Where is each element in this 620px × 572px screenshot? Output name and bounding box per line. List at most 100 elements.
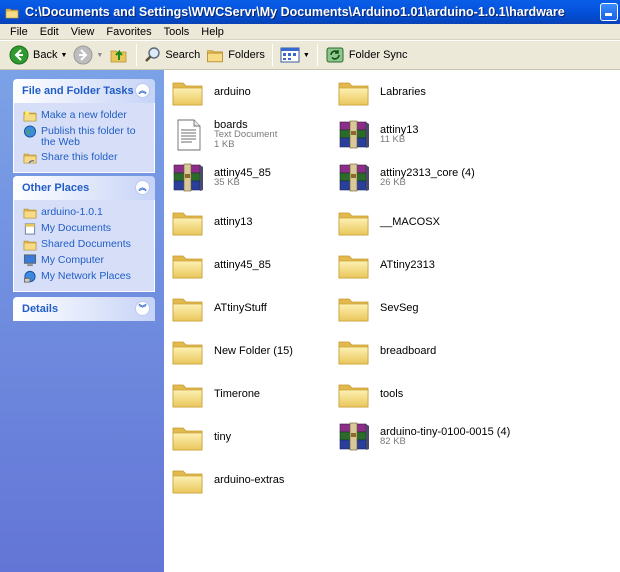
- folder-icon: [170, 333, 206, 369]
- task-make-new-folder[interactable]: Make a new folder: [23, 108, 148, 124]
- task-pane: File and Folder Tasks ︽ Make a new folde…: [0, 70, 164, 572]
- file-item[interactable]: arduino: [170, 72, 330, 112]
- place-my-network-places[interactable]: My Network Places: [23, 269, 148, 285]
- panel-title: Details: [22, 303, 59, 315]
- place-label: My Documents: [41, 222, 112, 234]
- menu-edit[interactable]: Edit: [34, 26, 65, 38]
- file-name: ATtinyStuff: [214, 302, 267, 314]
- task-label: Share this folder: [41, 151, 118, 163]
- file-item[interactable]: ATtiny2313: [336, 245, 496, 285]
- shared-documents-icon: [23, 238, 37, 251]
- menu-tools[interactable]: Tools: [158, 26, 196, 38]
- views-button[interactable]: ▼: [277, 43, 313, 67]
- menu-bar: File Edit View Favorites Tools Help: [0, 24, 620, 40]
- folder-sync-icon: [326, 47, 344, 63]
- folder-icon: [336, 333, 372, 369]
- file-item[interactable]: attiny13 11 KB: [336, 115, 496, 155]
- file-name: ATtiny2313: [380, 259, 435, 271]
- collapse-chevron-icon[interactable]: ︽: [135, 83, 150, 98]
- back-button[interactable]: Back ▼: [6, 43, 70, 67]
- folder-icon: [23, 206, 37, 219]
- file-item[interactable]: ATtinyStuff: [170, 288, 330, 328]
- task-share-folder[interactable]: Share this folder: [23, 150, 148, 166]
- file-item[interactable]: attiny2313_core (4) 26 KB: [336, 158, 496, 198]
- file-size: 35 KB: [214, 177, 240, 188]
- panel-title: Other Places: [22, 182, 90, 194]
- file-item[interactable]: Timerone: [170, 374, 330, 414]
- folders-button[interactable]: Folders: [203, 43, 268, 67]
- search-label: Search: [165, 49, 201, 61]
- file-folder-tasks-header[interactable]: File and Folder Tasks ︽: [13, 79, 155, 103]
- place-label: My Network Places: [41, 270, 131, 282]
- chevron-down-icon[interactable]: ▼: [60, 52, 67, 59]
- place-my-documents[interactable]: My Documents: [23, 221, 148, 237]
- up-folder-icon: [110, 49, 127, 63]
- toolbar-divider: [136, 44, 138, 66]
- search-button[interactable]: Search: [141, 43, 203, 67]
- task-publish-folder[interactable]: Publish this folder to the Web: [23, 124, 148, 150]
- file-item[interactable]: tiny: [170, 417, 330, 457]
- details-header[interactable]: Details ︾: [13, 297, 155, 321]
- window-title: C:\Documents and Settings\WWCServr\My Do…: [25, 5, 565, 19]
- place-arduino-1-0-1[interactable]: arduino-1.0.1: [23, 205, 148, 221]
- winrar-archive-icon: [170, 160, 206, 196]
- other-places-header[interactable]: Other Places ︽: [13, 176, 155, 200]
- minimize-button[interactable]: [600, 3, 618, 21]
- file-size: 1 KB: [214, 139, 235, 150]
- file-item[interactable]: attiny13: [170, 202, 330, 242]
- my-computer-icon: [23, 254, 37, 267]
- folder-sync-label: Folder Sync: [348, 49, 408, 61]
- file-item[interactable]: Labraries: [336, 72, 496, 112]
- folder-icon: [336, 290, 372, 326]
- forward-arrow-icon: [73, 45, 93, 65]
- file-name: __MACOSX: [380, 216, 440, 228]
- file-item[interactable]: tools: [336, 374, 496, 414]
- folder-icon: [170, 247, 206, 283]
- winrar-archive-icon: [336, 419, 372, 455]
- folder-icon: [336, 247, 372, 283]
- title-bar[interactable]: C:\Documents and Settings\WWCServr\My Do…: [0, 0, 620, 24]
- file-item[interactable]: attiny45_85: [170, 245, 330, 285]
- file-name: attiny13: [214, 216, 253, 228]
- collapse-chevron-icon[interactable]: ︽: [135, 180, 150, 195]
- menu-view[interactable]: View: [65, 26, 101, 38]
- file-item[interactable]: __MACOSX: [336, 202, 496, 242]
- menu-file[interactable]: File: [4, 26, 34, 38]
- file-item[interactable]: New Folder (15): [170, 331, 330, 371]
- forward-button[interactable]: ▼: [70, 43, 106, 67]
- file-item[interactable]: boards Text Document 1 KB: [170, 115, 330, 155]
- file-name: arduino: [214, 86, 251, 98]
- menu-favorites[interactable]: Favorites: [100, 26, 157, 38]
- back-label: Back: [33, 49, 58, 61]
- other-places-panel: Other Places ︽ arduino-1.0.1 My Document…: [13, 176, 155, 292]
- folder-icon: [336, 204, 372, 240]
- file-item[interactable]: arduino-extras: [170, 460, 330, 500]
- menu-help[interactable]: Help: [195, 26, 230, 38]
- folder-sync-button[interactable]: Folder Sync: [322, 43, 411, 67]
- place-shared-documents[interactable]: Shared Documents: [23, 237, 148, 253]
- file-item[interactable]: SevSeg: [336, 288, 496, 328]
- file-name: tools: [380, 388, 404, 400]
- file-item[interactable]: breadboard: [336, 331, 496, 371]
- panel-title: File and Folder Tasks: [22, 85, 134, 97]
- file-name: Labraries: [380, 86, 426, 98]
- file-folder-tasks-panel: File and Folder Tasks ︽ Make a new folde…: [13, 79, 155, 173]
- back-arrow-icon: [9, 45, 29, 65]
- network-places-icon: [23, 270, 36, 283]
- file-item[interactable]: arduino-tiny-0100-0015 (4) 82 KB: [336, 417, 536, 457]
- expand-chevron-icon[interactable]: ︾: [135, 301, 150, 316]
- folders-icon: [206, 47, 224, 63]
- file-size: 26 KB: [380, 177, 406, 188]
- file-item[interactable]: attiny45_85 35 KB: [170, 158, 330, 198]
- up-folder-button[interactable]: [106, 43, 132, 67]
- chevron-down-icon[interactable]: ▼: [96, 52, 103, 59]
- winrar-archive-icon: [336, 117, 372, 153]
- place-my-computer[interactable]: My Computer: [23, 253, 148, 269]
- place-label: Shared Documents: [41, 238, 131, 250]
- chevron-down-icon[interactable]: ▼: [303, 52, 310, 59]
- file-name: SevSeg: [380, 302, 419, 314]
- toolbar-divider: [271, 44, 273, 66]
- folder-icon: [170, 376, 206, 412]
- folder-icon: [336, 376, 372, 412]
- file-name: arduino-extras: [214, 474, 285, 486]
